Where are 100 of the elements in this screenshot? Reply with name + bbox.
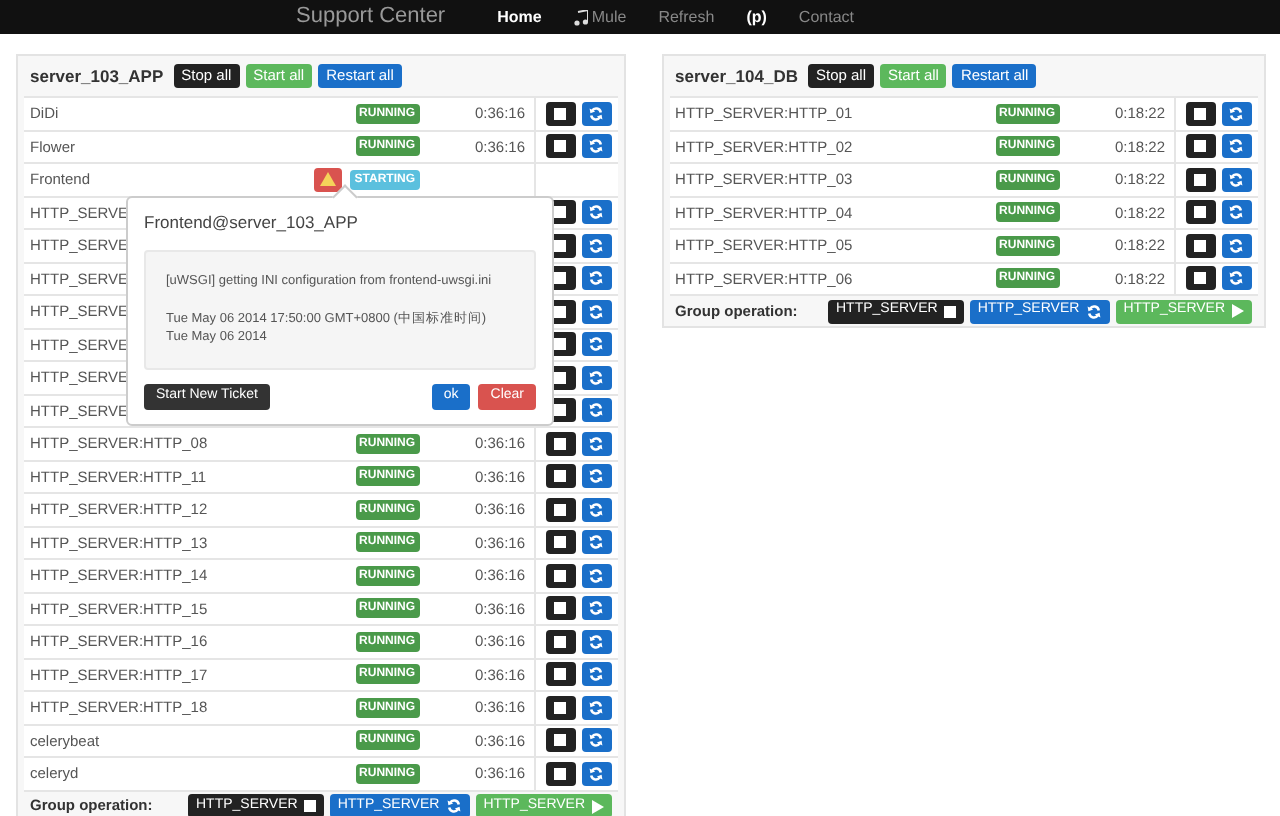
restart-button[interactable]	[581, 728, 612, 753]
stop-button[interactable]	[1185, 200, 1216, 225]
stop-button[interactable]	[545, 101, 576, 126]
stop-button[interactable]	[545, 629, 576, 654]
restart-button[interactable]	[1221, 101, 1252, 126]
stop-icon	[554, 470, 567, 483]
refresh-icon	[588, 765, 605, 782]
refresh-icon	[1228, 171, 1245, 188]
stop-button[interactable]	[1185, 101, 1216, 126]
restart-button[interactable]	[581, 596, 612, 621]
restart-button[interactable]	[581, 101, 612, 126]
restart-button[interactable]	[1221, 200, 1252, 225]
stop-button[interactable]	[545, 563, 576, 588]
restart-button[interactable]	[581, 233, 612, 258]
stop-icon	[1194, 140, 1207, 153]
refresh-icon	[588, 435, 605, 452]
refresh-icon	[1228, 270, 1245, 287]
refresh-icon	[588, 402, 605, 419]
refresh-icon	[588, 600, 605, 617]
restart-button[interactable]	[581, 629, 612, 654]
server-title: server_104_DB	[675, 63, 798, 89]
restart-button[interactable]	[1221, 266, 1252, 291]
stop-icon	[554, 569, 567, 582]
restart-button[interactable]	[581, 431, 612, 456]
stop-button[interactable]	[545, 596, 576, 621]
popover-title: Frontend@server_103_APP	[142, 210, 360, 236]
stop-button[interactable]	[1185, 134, 1216, 159]
stop-icon	[554, 767, 567, 780]
refresh-icon	[1228, 105, 1245, 122]
refresh-icon	[588, 369, 605, 386]
refresh-icon	[588, 204, 605, 221]
restart-button[interactable]	[581, 266, 612, 291]
refresh-icon	[588, 303, 605, 320]
restart-button[interactable]	[581, 332, 612, 357]
nav-link[interactable]: Home	[497, 5, 542, 29]
play-icon	[1231, 304, 1244, 318]
refresh-icon	[588, 138, 605, 155]
nav-link[interactable]: Refresh	[658, 5, 715, 29]
stop-button[interactable]	[1185, 167, 1216, 192]
stop-button[interactable]	[545, 497, 576, 522]
refresh-icon	[588, 534, 605, 551]
restart-button[interactable]	[1221, 233, 1252, 258]
stop-icon	[554, 107, 567, 120]
restart-button[interactable]	[581, 695, 612, 720]
stop-icon	[1194, 107, 1207, 120]
stop-icon	[554, 602, 567, 615]
stop-icon	[554, 437, 567, 450]
restart-button[interactable]	[581, 200, 612, 225]
refresh-icon	[588, 567, 605, 584]
restart-button[interactable]	[1221, 134, 1252, 159]
brand-title: Support Center	[296, 2, 446, 33]
restart-button[interactable]	[581, 299, 612, 324]
stop-button[interactable]	[545, 695, 576, 720]
restart-button[interactable]	[581, 662, 612, 687]
refresh-icon	[588, 666, 605, 683]
stop-button[interactable]	[545, 728, 576, 753]
stop-icon	[554, 701, 567, 714]
restart-button[interactable]	[581, 464, 612, 489]
stop-icon	[943, 305, 956, 317]
server-title: server_103_APP	[30, 63, 164, 89]
refresh-icon	[588, 468, 605, 485]
refresh-icon	[588, 501, 605, 518]
stop-button[interactable]	[545, 662, 576, 687]
restart-button[interactable]	[581, 530, 612, 555]
stop-button[interactable]	[1185, 266, 1216, 291]
stop-icon	[554, 503, 567, 516]
warning-button[interactable]	[314, 167, 343, 192]
stop-button[interactable]	[545, 761, 576, 786]
refresh-icon	[588, 699, 605, 716]
stop-button[interactable]	[545, 431, 576, 456]
refresh-icon	[588, 633, 605, 650]
restart-button[interactable]	[581, 761, 612, 786]
stop-button[interactable]	[1185, 233, 1216, 258]
refresh-icon	[1228, 237, 1245, 254]
restart-button[interactable]	[581, 398, 612, 423]
restart-button[interactable]	[581, 563, 612, 588]
stop-button[interactable]	[545, 530, 576, 555]
nav-link[interactable]: Contact	[798, 5, 854, 29]
refresh-icon	[588, 270, 605, 287]
restart-button[interactable]	[581, 365, 612, 390]
restart-button[interactable]	[1221, 167, 1252, 192]
refresh-icon	[1228, 204, 1245, 221]
stop-icon	[554, 140, 567, 153]
nav-link[interactable]: (p)	[746, 5, 767, 29]
nav-link[interactable]: Mule	[573, 5, 627, 29]
stop-button[interactable]	[545, 134, 576, 159]
restart-button[interactable]	[581, 497, 612, 522]
stop-icon	[1194, 206, 1207, 219]
stop-icon	[554, 734, 567, 747]
refresh-icon	[1228, 138, 1245, 155]
refresh-icon	[588, 105, 605, 122]
stop-icon	[1194, 173, 1207, 186]
stop-icon	[554, 635, 567, 648]
refresh-icon	[445, 798, 462, 814]
restart-button[interactable]	[581, 134, 612, 159]
refresh-icon	[588, 336, 605, 353]
stop-button[interactable]	[545, 464, 576, 489]
stop-icon	[1194, 239, 1207, 252]
stop-icon	[303, 800, 316, 812]
warning-icon	[320, 172, 337, 187]
